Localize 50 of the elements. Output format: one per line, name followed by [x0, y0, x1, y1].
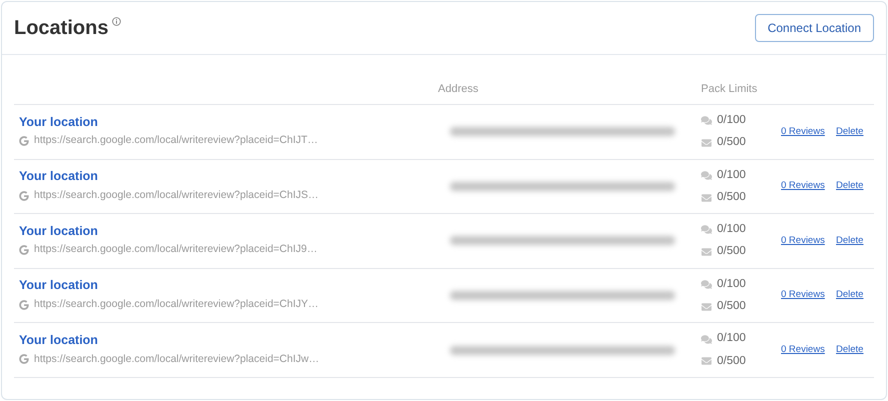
delete-link[interactable]: Delete: [836, 343, 864, 358]
location-name-link[interactable]: Your location: [19, 332, 438, 349]
message-limit: 0/100: [717, 113, 746, 128]
location-name-link[interactable]: Your location: [19, 169, 438, 185]
reviews-link[interactable]: 0 Reviews: [781, 343, 836, 358]
email-limit: 0/500: [717, 135, 746, 150]
reviews-link[interactable]: 0 Reviews: [781, 179, 836, 194]
review-url: https://search.google.com/local/writereview?placeid=ChIJS…: [34, 188, 319, 203]
delete-link[interactable]: Delete: [836, 179, 864, 194]
location-name-link[interactable]: Your location: [19, 224, 438, 240]
message-limit: 0/100: [717, 168, 746, 183]
review-url: https://search.google.com/local/writereview?placeid=ChIJw…: [34, 352, 320, 367]
message-limit: 0/100: [717, 331, 746, 346]
location-name-link[interactable]: Your location: [19, 278, 438, 294]
chat-icon: [701, 334, 712, 345]
location-name-link[interactable]: Your location: [19, 114, 438, 130]
chat-icon: [701, 278, 712, 290]
g-logo-icon: [19, 136, 29, 146]
g-logo-icon: [19, 190, 29, 201]
g-logo-icon: [19, 300, 29, 310]
g-logo-icon: [19, 354, 29, 364]
review-url: https://search.google.com/local/writereview?placeid=ChIJ9…: [34, 242, 318, 258]
column-header: Address: [438, 83, 478, 96]
envelope-icon: [701, 356, 712, 366]
reviews-link[interactable]: 0 Reviews: [781, 234, 836, 248]
chat-icon: [701, 170, 712, 181]
envelope-icon: [701, 247, 712, 258]
review-url: https://search.google.com/local/writereview?placeid=ChIJT…: [34, 133, 318, 148]
email-limit: 0/500: [717, 354, 746, 369]
message-limit: 0/100: [717, 276, 746, 292]
message-limit: 0/100: [717, 222, 746, 238]
g-logo-icon: [19, 245, 29, 256]
reviews-link[interactable]: 0 Reviews: [781, 124, 836, 139]
email-limit: 0/500: [717, 299, 746, 314]
email-limit: 0/500: [717, 244, 746, 260]
page-title: Locations: [14, 16, 108, 40]
chat-icon: [701, 224, 712, 236]
connect-location-button[interactable]: Connect Location: [754, 14, 874, 42]
delete-link[interactable]: Delete: [836, 124, 864, 139]
envelope-icon: [701, 302, 712, 312]
delete-link[interactable]: Delete: [836, 234, 864, 248]
column-header: Pack Limits: [701, 83, 758, 96]
chat-icon: [701, 115, 712, 126]
delete-link[interactable]: Delete: [836, 288, 864, 303]
email-limit: 0/500: [717, 190, 746, 205]
info-icon: [112, 16, 122, 26]
reviews-link[interactable]: 0 Reviews: [781, 288, 836, 303]
envelope-icon: [701, 192, 712, 203]
envelope-icon: [701, 138, 712, 148]
review-url: https://search.google.com/local/writereview?placeid=ChIJY…: [34, 297, 319, 312]
